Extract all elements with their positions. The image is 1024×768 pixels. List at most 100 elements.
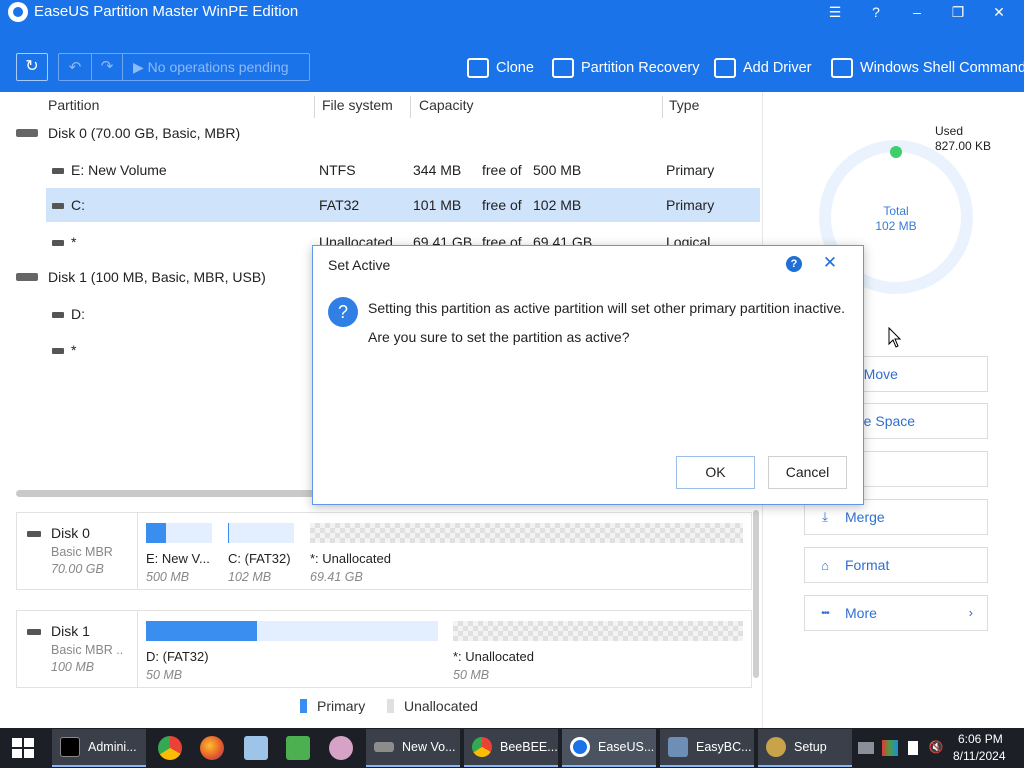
primary-swatch <box>300 699 307 713</box>
taskbar-item-label: BeeBEE... <box>500 740 558 754</box>
start-button[interactable] <box>12 738 34 758</box>
cancel-button[interactable]: Cancel <box>768 456 847 489</box>
chrome-icon[interactable] <box>158 736 182 760</box>
partition-free-of: free of <box>482 162 522 178</box>
spreadsheet-icon[interactable] <box>286 736 310 760</box>
ok-button[interactable]: OK <box>676 456 755 489</box>
taskbar-item-label: New Vo... <box>402 740 456 754</box>
segment-label: E: New V... <box>146 551 210 566</box>
partition-type: Primary <box>666 197 715 213</box>
partition-row-e[interactable]: E: New Volume NTFS 344 MB free of 500 MB… <box>46 153 760 187</box>
format-button[interactable]: ⌂ Format <box>804 547 988 583</box>
taskbar-item-easeus[interactable]: EaseUS... <box>562 729 656 767</box>
horizontal-scrollbar[interactable] <box>16 490 316 497</box>
column-divider <box>314 96 315 118</box>
undo-button[interactable]: ↶ <box>59 58 91 76</box>
segment-bar-unallocated[interactable] <box>453 621 743 641</box>
dialog-title: Set Active <box>328 257 391 273</box>
partition-recovery-button[interactable]: Partition Recovery <box>552 55 699 81</box>
partition-free: 101 MB <box>413 197 462 213</box>
taskbar-item-chrome[interactable]: BeeBEE... <box>464 729 558 767</box>
disk-row-1[interactable]: Disk 1 (100 MB, Basic, MBR, USB) <box>16 264 266 290</box>
segment-label: D: (FAT32) <box>146 649 209 664</box>
op-label: Merge <box>845 509 885 525</box>
segment-size: 50 MB <box>453 668 490 682</box>
taskbar-item-new-volume[interactable]: New Vo... <box>366 729 460 767</box>
refresh-button[interactable]: ↻ <box>16 53 48 81</box>
volume-muted-icon[interactable]: 🔇 <box>928 740 944 756</box>
partition-icon <box>52 240 64 246</box>
easeus-icon <box>570 737 590 757</box>
clone-button[interactable]: Clone <box>467 55 534 81</box>
add-driver-label: Add Driver <box>743 60 812 76</box>
segment-size: 50 MB <box>146 668 183 682</box>
disk-icon <box>16 273 38 281</box>
help-icon[interactable]: ? <box>786 256 802 272</box>
close-button[interactable]: ✕ <box>979 0 1019 24</box>
diskmap-disk-info: Disk 0 Basic MBR 70.00 GB <box>17 513 138 589</box>
app-logo-icon <box>8 2 28 22</box>
diskmap-disk-1[interactable]: Disk 1 Basic MBR .. 100 MB D: (FAT32) 50… <box>16 610 752 688</box>
close-icon[interactable]: ✕ <box>821 254 839 272</box>
mouse-cursor-icon <box>888 327 902 348</box>
segment-bar-d[interactable] <box>146 621 438 641</box>
paint-icon[interactable] <box>329 736 353 760</box>
legend-primary: Primary <box>300 696 365 716</box>
legend-unallocated: Unallocated <box>387 696 478 716</box>
setup-icon <box>766 737 786 757</box>
taskbar-item-label: Setup <box>794 740 827 754</box>
diskmap-disk-size: 100 MB <box>51 660 95 674</box>
unallocated-swatch <box>387 699 394 713</box>
usb-tray-icon[interactable] <box>908 741 918 755</box>
column-header-capacity[interactable]: Capacity <box>419 97 473 119</box>
disk-icon <box>27 629 41 635</box>
partition-icon <box>52 312 64 318</box>
disk-label: Disk 0 (70.00 GB, Basic, MBR) <box>48 125 241 141</box>
redo-button[interactable]: ↷ <box>91 54 123 80</box>
windows-shell-command-button[interactable]: Windows Shell Command <box>831 55 1024 81</box>
segment-bar-unallocated[interactable] <box>310 523 743 543</box>
segment-bar-e[interactable] <box>146 523 212 543</box>
minimize-button[interactable]: – <box>897 0 937 24</box>
column-header-file-system[interactable]: File system <box>322 97 393 119</box>
dialog-confirm-question: Are you sure to set the partition as act… <box>368 329 630 345</box>
pending-operations-button[interactable]: ▶ No operations pending <box>123 59 289 76</box>
display-tray-icon[interactable] <box>882 740 898 756</box>
partition-recovery-icon <box>552 58 574 78</box>
format-icon: ⌂ <box>821 557 829 573</box>
used-label: Used <box>935 124 964 138</box>
more-button[interactable]: ••• More › <box>804 595 988 631</box>
clone-label: Clone <box>496 60 534 76</box>
taskbar-item-easybcd[interactable]: EasyBC... <box>660 729 754 767</box>
vertical-scrollbar[interactable] <box>753 510 759 678</box>
clock-time[interactable]: 6:06 PM <box>958 732 1003 746</box>
diskmap-disk-0[interactable]: Disk 0 Basic MBR 70.00 GB E: New V... 50… <box>16 512 752 590</box>
segment-bar-c[interactable] <box>228 523 294 543</box>
windows-shell-command-label: Windows Shell Command <box>860 60 1024 76</box>
firefox-icon[interactable] <box>200 736 224 760</box>
taskbar-item-setup[interactable]: Setup <box>758 729 852 767</box>
notepad-icon[interactable] <box>244 736 268 760</box>
menu-icon[interactable]: ☰ <box>815 0 855 24</box>
op-label: More <box>845 605 877 621</box>
partition-name: * <box>71 234 77 250</box>
disk-row-0[interactable]: Disk 0 (70.00 GB, Basic, MBR) <box>16 120 240 146</box>
taskbar-item-label: EaseUS... <box>598 740 655 754</box>
help-icon[interactable]: ? <box>856 0 896 24</box>
maximize-button[interactable]: ❐ <box>938 0 978 24</box>
more-icon: ••• <box>821 607 830 619</box>
segment-size: 102 MB <box>228 570 272 584</box>
app-title: EaseUS Partition Master WinPE Edition <box>34 3 299 20</box>
segment-size: 69.41 GB <box>310 570 363 584</box>
partition-total: 102 MB <box>533 197 582 213</box>
clock-date[interactable]: 8/11/2024 <box>953 749 1006 763</box>
taskbar-item-admin-cmd[interactable]: Admini... <box>52 729 146 767</box>
undo-redo-group: ↶ ↷ ▶ No operations pending <box>58 53 310 81</box>
column-header-partition[interactable]: Partition <box>48 97 99 119</box>
partition-row-c[interactable]: C: FAT32 101 MB free of 102 MB Primary <box>46 188 760 222</box>
column-header-type[interactable]: Type <box>669 97 699 119</box>
chevron-right-icon: › <box>968 605 973 620</box>
add-driver-button[interactable]: Add Driver <box>714 55 812 81</box>
partition-icon <box>52 168 64 174</box>
network-tray-icon[interactable] <box>858 742 874 754</box>
